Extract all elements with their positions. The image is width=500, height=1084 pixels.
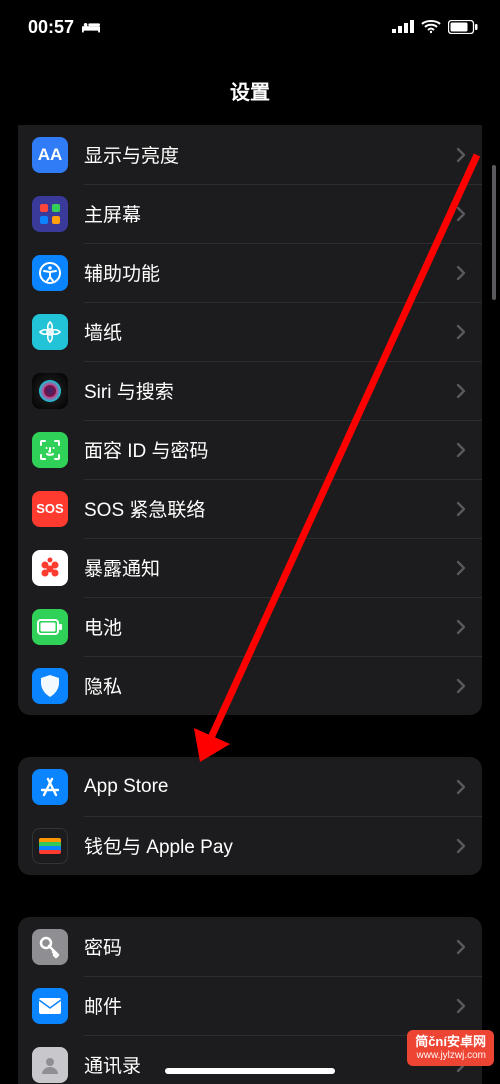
row-label: SOS 紧急联络: [84, 495, 456, 522]
faceid-icon: [32, 432, 68, 468]
row-faceid-passcode[interactable]: 面容 ID 与密码: [18, 420, 482, 479]
chevron-right-icon: [456, 939, 466, 955]
row-label: 钱包与 Apple Pay: [84, 832, 456, 859]
settings-screen: 00:57 设置 AA: [0, 0, 500, 1084]
accessibility-icon: [32, 255, 68, 291]
row-label: 隐私: [84, 672, 456, 699]
chevron-right-icon: [456, 779, 466, 795]
row-label: App Store: [84, 776, 456, 798]
row-label: 主屏幕: [84, 200, 456, 227]
exposure-icon: [32, 550, 68, 586]
settings-group-1: AA 显示与亮度 主屏幕 辅助功能: [18, 125, 482, 715]
status-left: 00:57: [28, 17, 100, 38]
wallpaper-icon: [32, 314, 68, 350]
chevron-right-icon: [456, 383, 466, 399]
row-label: 辅助功能: [84, 259, 456, 286]
battery-icon: [32, 609, 68, 645]
row-label: 显示与亮度: [84, 141, 456, 168]
watermark: 简ční安卓网 www.jylzwj.com: [407, 1030, 494, 1066]
wifi-icon: [421, 20, 441, 34]
cellular-icon: [392, 20, 414, 34]
chevron-right-icon: [456, 324, 466, 340]
chevron-right-icon: [456, 560, 466, 576]
chevron-right-icon: [456, 998, 466, 1014]
sleep-icon: [82, 21, 100, 33]
settings-group-2: App Store 钱包与 Apple Pay: [18, 757, 482, 875]
home-screen-icon: [32, 196, 68, 232]
row-exposure-notification[interactable]: 暴露通知: [18, 538, 482, 597]
row-privacy[interactable]: 隐私: [18, 656, 482, 715]
row-accessibility[interactable]: 辅助功能: [18, 243, 482, 302]
chevron-right-icon: [456, 442, 466, 458]
chevron-right-icon: [456, 678, 466, 694]
row-label: 面容 ID 与密码: [84, 436, 456, 463]
scroll-indicator[interactable]: [492, 165, 496, 300]
page-title: 设置: [0, 50, 500, 125]
watermark-title: 简ční安卓网: [415, 1034, 486, 1050]
row-display-brightness[interactable]: AA 显示与亮度: [18, 125, 482, 184]
display-icon: AA: [32, 137, 68, 173]
privacy-icon: [32, 668, 68, 704]
row-wallet-applepay[interactable]: 钱包与 Apple Pay: [18, 816, 482, 875]
row-label: 电池: [84, 613, 456, 640]
row-label: Siri 与搜索: [84, 377, 456, 404]
status-time: 00:57: [28, 17, 74, 38]
row-label: 墙纸: [84, 318, 456, 345]
status-bar: 00:57: [0, 0, 500, 50]
row-battery[interactable]: 电池: [18, 597, 482, 656]
chevron-right-icon: [456, 206, 466, 222]
row-passwords[interactable]: 密码: [18, 917, 482, 976]
sos-icon: SOS: [32, 491, 68, 527]
chevron-right-icon: [456, 501, 466, 517]
chevron-right-icon: [456, 265, 466, 281]
watermark-url: www.jylzwj.com: [417, 1050, 486, 1062]
row-wallpaper[interactable]: 墙纸: [18, 302, 482, 361]
row-label: 暴露通知: [84, 554, 456, 581]
row-label: 密码: [84, 933, 456, 960]
chevron-right-icon: [456, 838, 466, 854]
settings-list[interactable]: AA 显示与亮度 主屏幕 辅助功能: [0, 125, 500, 1084]
siri-icon: [32, 373, 68, 409]
contacts-icon: [32, 1047, 68, 1083]
passwords-icon: [32, 929, 68, 965]
battery-status-icon: [448, 20, 478, 34]
row-app-store[interactable]: App Store: [18, 757, 482, 816]
row-home-screen[interactable]: 主屏幕: [18, 184, 482, 243]
status-right: [392, 20, 478, 34]
home-indicator[interactable]: [165, 1068, 335, 1074]
row-label: 邮件: [84, 992, 456, 1019]
mail-icon: [32, 988, 68, 1024]
chevron-right-icon: [456, 619, 466, 635]
row-siri-search[interactable]: Siri 与搜索: [18, 361, 482, 420]
row-sos[interactable]: SOS SOS 紧急联络: [18, 479, 482, 538]
chevron-right-icon: [456, 147, 466, 163]
app-store-icon: [32, 769, 68, 805]
wallet-icon: [32, 828, 68, 864]
row-mail[interactable]: 邮件: [18, 976, 482, 1035]
